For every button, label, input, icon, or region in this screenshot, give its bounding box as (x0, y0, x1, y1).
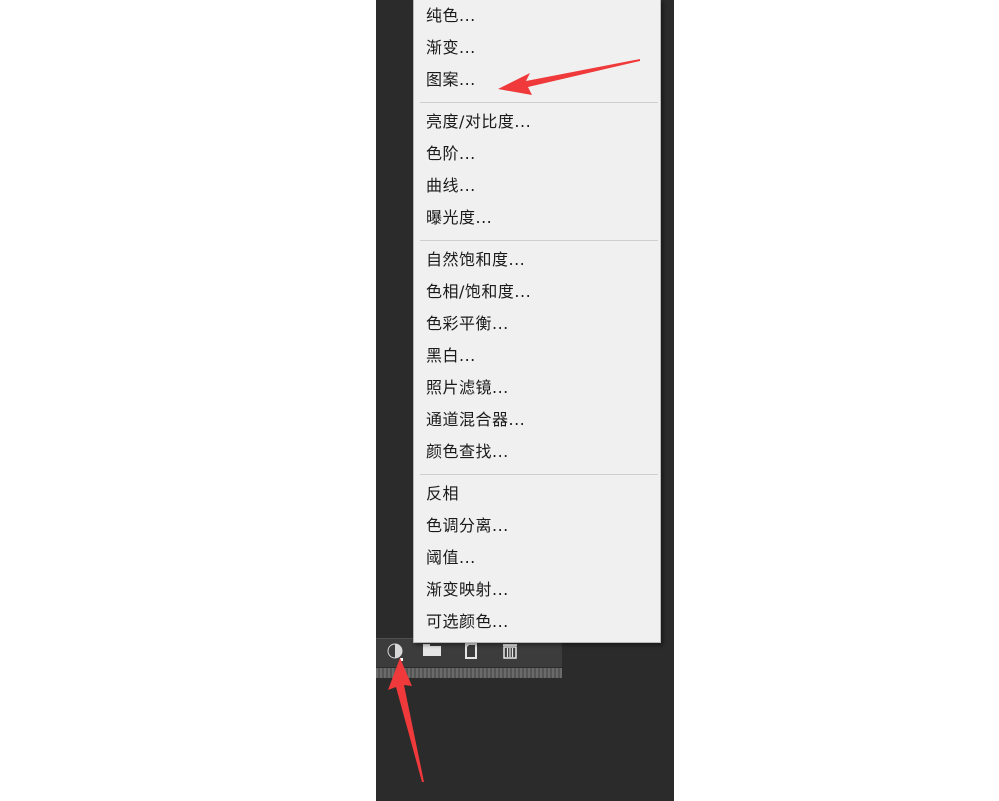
menu-separator (420, 474, 658, 475)
new-layer-icon[interactable] (460, 640, 482, 662)
menu-item-brightness-contrast[interactable]: 亮度/对比度... (426, 108, 531, 136)
menu-item-invert[interactable]: 反相 (426, 480, 459, 508)
menu-separator (420, 102, 658, 103)
menu-item-gradient-map[interactable]: 渐变映射... (426, 576, 509, 604)
menu-item-selective-color[interactable]: 可选颜色... (426, 608, 509, 636)
menu-separator (420, 240, 658, 241)
menu-item-vibrance[interactable]: 自然饱和度... (426, 246, 525, 274)
menu-item-levels[interactable]: 色阶... (426, 140, 476, 168)
panel-scrollbar[interactable] (376, 668, 562, 678)
trash-icon[interactable] (499, 640, 521, 662)
menu-item-curves[interactable]: 曲线... (426, 172, 476, 200)
menu-item-gradient[interactable]: 渐变... (426, 34, 476, 62)
menu-item-photo-filter[interactable]: 照片滤镜... (426, 374, 509, 402)
adjustment-layer-icon[interactable] (384, 640, 406, 662)
menu-item-channel-mixer[interactable]: 通道混合器... (426, 406, 525, 434)
menu-item-color-lookup[interactable]: 颜色查找... (426, 438, 509, 466)
menu-item-solid-color[interactable]: 纯色... (426, 2, 476, 30)
menu-item-black-white[interactable]: 黑白... (426, 342, 476, 370)
menu-item-exposure[interactable]: 曝光度... (426, 204, 492, 232)
menu-item-pattern[interactable]: 图案... (426, 66, 476, 94)
folder-icon[interactable] (421, 640, 443, 662)
menu-item-color-balance[interactable]: 色彩平衡... (426, 310, 509, 338)
menu-item-hue-saturation[interactable]: 色相/饱和度... (426, 278, 531, 306)
new-adjustment-layer-menu: 纯色... 渐变... 图案... 亮度/对比度... 色阶... 曲线... … (413, 0, 661, 643)
menu-item-threshold[interactable]: 阈值... (426, 544, 476, 572)
menu-item-posterize[interactable]: 色调分离... (426, 512, 509, 540)
